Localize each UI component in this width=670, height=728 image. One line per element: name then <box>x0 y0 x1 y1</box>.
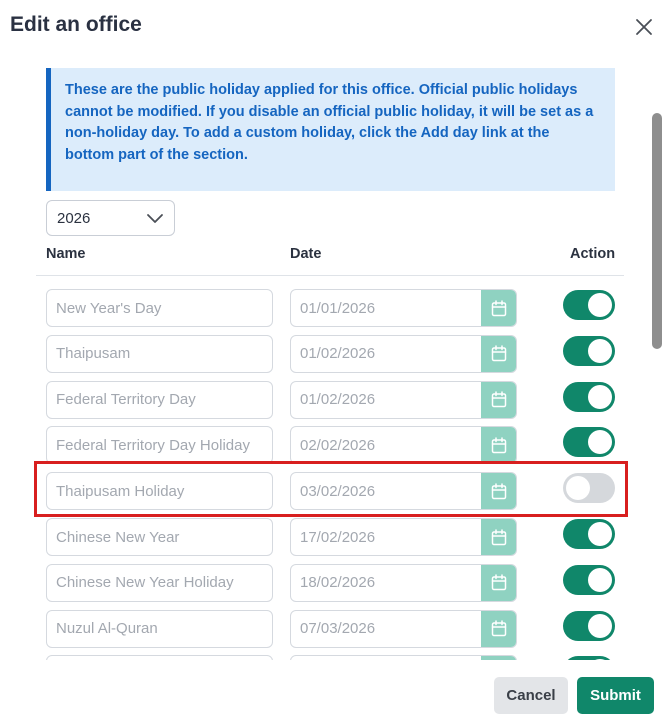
holiday-date-field[interactable]: 02/02/2026 <box>290 426 517 465</box>
holiday-name-field[interactable]: Federal Territory Day <box>46 380 273 419</box>
holiday-toggle[interactable] <box>563 610 615 641</box>
toggle-knob <box>588 567 612 592</box>
holiday-toggle[interactable] <box>563 335 615 366</box>
dialog-body: These are the public holiday applied for… <box>0 60 650 660</box>
holiday-toggle[interactable] <box>563 519 615 549</box>
calendar-icon <box>491 299 506 316</box>
holiday-row: Thaipusam 01/02/2026 <box>0 334 650 373</box>
holiday-date-field[interactable]: 18/02/2026 <box>290 563 517 602</box>
holiday-name-field[interactable]: Nuzul Al-Quran <box>46 609 273 648</box>
holiday-date-field[interactable]: 01/02/2026 <box>290 380 517 419</box>
toggle-knob <box>588 338 612 363</box>
holiday-toggle[interactable] <box>563 656 615 660</box>
calendar-button[interactable] <box>481 564 516 601</box>
calendar-button[interactable] <box>481 519 516 555</box>
toggle-knob <box>588 293 612 317</box>
holiday-date-field[interactable] <box>290 655 517 660</box>
calendar-icon <box>491 528 506 545</box>
holiday-name-field[interactable]: Thaipusam <box>46 334 273 373</box>
holiday-row: Chinese New Year Holiday 18/02/2026 <box>0 563 650 602</box>
holiday-row: Chinese New Year 17/02/2026 <box>0 518 650 556</box>
holiday-toggle[interactable] <box>563 290 615 320</box>
holiday-date-value: 02/02/2026 <box>300 436 376 454</box>
holiday-row: New Year's Day 01/01/2026 <box>0 289 650 327</box>
close-button[interactable] <box>633 16 655 38</box>
calendar-button[interactable] <box>481 290 516 326</box>
holiday-name-field[interactable]: Federal Territory Day Holiday <box>46 426 273 465</box>
holiday-name-field[interactable]: Chinese New Year <box>46 518 273 556</box>
toggle-knob <box>588 613 612 638</box>
column-header-name: Name <box>46 246 86 262</box>
highlight-box <box>34 461 628 517</box>
holiday-name-field[interactable]: Chinese New Year Holiday <box>46 563 273 602</box>
holiday-row: Federal Territory Day Holiday 02/02/2026 <box>0 426 650 465</box>
holiday-date-field[interactable]: 01/01/2026 <box>290 289 517 327</box>
holiday-toggle[interactable] <box>563 564 615 595</box>
cancel-button[interactable]: Cancel <box>494 677 568 714</box>
close-icon <box>636 19 652 35</box>
scrollbar-thumb[interactable] <box>652 113 662 349</box>
holiday-date-value: 07/03/2026 <box>300 620 376 638</box>
year-select[interactable]: 2026 <box>46 200 175 236</box>
holiday-date-field[interactable]: 01/02/2026 <box>290 334 517 373</box>
submit-button[interactable]: Submit <box>577 677 654 714</box>
calendar-icon <box>491 574 506 591</box>
column-header-action: Action <box>570 246 616 262</box>
holiday-date-field[interactable]: 07/03/2026 <box>290 609 517 648</box>
year-select-value: 2026 <box>57 209 91 227</box>
holiday-row <box>0 655 650 660</box>
calendar-button[interactable] <box>481 427 516 464</box>
toggle-knob <box>588 430 612 455</box>
info-callout: These are the public holiday applied for… <box>46 68 615 191</box>
toggle-knob <box>588 659 612 660</box>
toggle-knob <box>588 522 612 546</box>
holiday-name-field[interactable]: New Year's Day <box>46 289 273 327</box>
calendar-button[interactable] <box>481 381 516 418</box>
calendar-icon <box>491 391 506 408</box>
calendar-icon <box>491 345 506 362</box>
holiday-name-field[interactable] <box>46 655 273 660</box>
holiday-toggle[interactable] <box>563 427 615 458</box>
chevron-down-icon <box>147 214 163 223</box>
info-text: These are the public holiday applied for… <box>65 82 594 163</box>
toggle-knob <box>588 384 612 409</box>
holiday-toggle[interactable] <box>563 381 615 412</box>
holiday-row: Nuzul Al-Quran 07/03/2026 <box>0 609 650 648</box>
calendar-button[interactable] <box>481 610 516 647</box>
holiday-row: Federal Territory Day 01/02/2026 <box>0 380 650 419</box>
calendar-icon <box>491 437 506 454</box>
holiday-date-value: 01/02/2026 <box>300 391 376 409</box>
dialog-title: Edit an office <box>10 13 142 36</box>
holiday-date-value: 01/01/2026 <box>300 299 376 317</box>
calendar-button[interactable] <box>481 656 516 660</box>
holiday-date-value: 18/02/2026 <box>300 574 376 592</box>
holiday-date-field[interactable]: 17/02/2026 <box>290 518 517 556</box>
calendar-icon <box>491 620 506 637</box>
holiday-date-value: 01/02/2026 <box>300 345 376 363</box>
column-header-date: Date <box>290 246 322 262</box>
holiday-date-value: 17/02/2026 <box>300 528 376 546</box>
calendar-button[interactable] <box>481 335 516 372</box>
header-divider <box>36 275 624 276</box>
